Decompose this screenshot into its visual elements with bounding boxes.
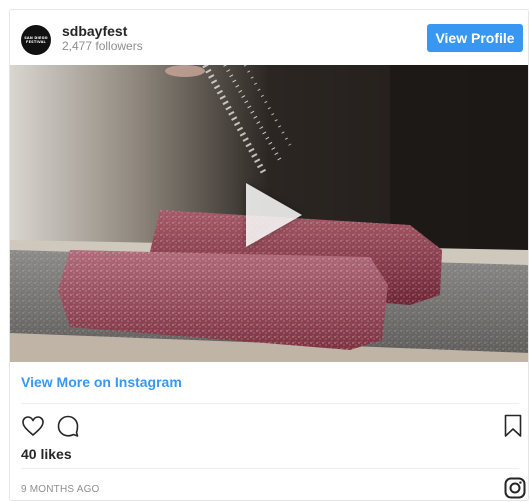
instagram-embed-card: SAN DIEGO FESTIVAL sdbayfest 2,477 follo… [9, 9, 529, 501]
post-timestamp: 9 MONTHS AGO [21, 484, 100, 495]
post-header: SAN DIEGO FESTIVAL sdbayfest 2,477 follo… [10, 10, 528, 66]
play-icon[interactable] [246, 183, 302, 247]
divider [21, 403, 519, 404]
view-profile-button[interactable]: View Profile [427, 24, 523, 52]
avatar-text-line-2: FESTIVAL [25, 40, 46, 44]
heart-icon[interactable] [21, 414, 45, 438]
instagram-icon[interactable] [504, 477, 526, 499]
bookmark-icon[interactable] [504, 414, 522, 438]
view-more-link[interactable]: View More on Instagram [21, 374, 182, 390]
follower-count: 2,477 followers [62, 39, 143, 53]
like-count: 40 likes [21, 446, 72, 462]
divider [21, 468, 519, 469]
video-media[interactable] [10, 65, 528, 362]
username[interactable]: sdbayfest [62, 23, 127, 39]
comment-icon[interactable] [56, 414, 80, 438]
avatar[interactable]: SAN DIEGO FESTIVAL [21, 25, 51, 55]
